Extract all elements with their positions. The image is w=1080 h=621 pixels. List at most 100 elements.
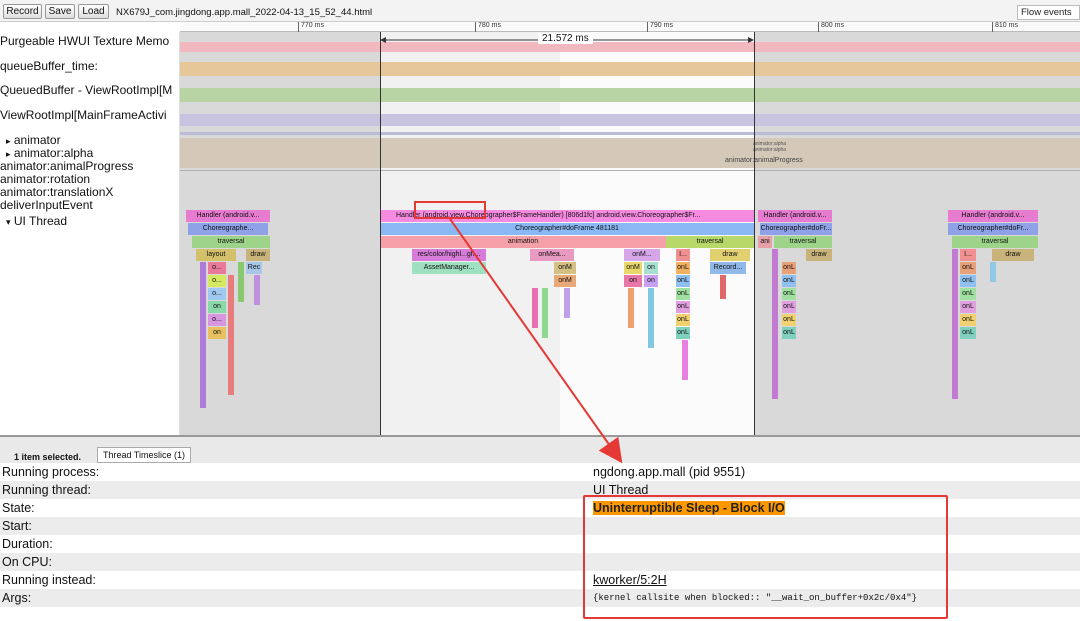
- slice-onl[interactable]: onL: [782, 262, 796, 274]
- detail-value[interactable]: ngdong.app.mall (pid 9551): [593, 465, 745, 479]
- track-label-translationx[interactable]: animator:translationX: [0, 185, 113, 199]
- slice-onl[interactable]: onL: [960, 301, 976, 313]
- slice-onmeasure[interactable]: onMea...: [530, 249, 574, 261]
- slice-onm[interactable]: onM: [554, 262, 576, 274]
- slice-draw[interactable]: draw: [246, 249, 270, 261]
- slice-handler[interactable]: Handler (android.v...: [758, 210, 832, 222]
- tracks-area[interactable]: animator:alpha animator:alpha animator:a…: [180, 32, 1080, 435]
- track-label-purgeable[interactable]: Purgeable HWUI Texture Memo: [0, 34, 169, 48]
- slice-onl[interactable]: onL: [782, 275, 796, 287]
- slice-l[interactable]: I...: [676, 249, 690, 261]
- range-duration-label: 21.572 ms: [538, 33, 593, 44]
- track-label-animator-alpha[interactable]: ▸ animator:alpha: [6, 146, 93, 160]
- slice-onl[interactable]: onL: [676, 314, 690, 326]
- slice-record[interactable]: Record...: [710, 262, 746, 274]
- slice-choreographer[interactable]: Choreographe...: [188, 223, 268, 235]
- expand-icon[interactable]: ▸: [6, 136, 11, 146]
- collapse-icon[interactable]: ▾: [6, 217, 11, 227]
- slice-o[interactable]: o...: [208, 262, 226, 274]
- slice-onl[interactable]: onL: [960, 275, 976, 287]
- animalprogress-label: animator:animalProgress: [725, 157, 803, 164]
- slice-assetmanager[interactable]: AssetManager...: [412, 262, 486, 274]
- slice-onl[interactable]: onL: [782, 301, 796, 313]
- flow-events-dropdown[interactable]: Flow events: [1017, 5, 1080, 20]
- stack-bar: [254, 275, 260, 305]
- track-label-queuedbuffer[interactable]: QueuedBuffer - ViewRootImpl[M: [0, 83, 172, 97]
- track-divider: [180, 170, 1080, 171]
- slice-onl[interactable]: onL: [676, 262, 690, 274]
- slice-traversal[interactable]: traversal: [774, 236, 832, 248]
- slice-layout[interactable]: layout: [196, 249, 236, 261]
- slice-on[interactable]: on: [208, 327, 226, 339]
- slice-l[interactable]: I...: [960, 249, 976, 261]
- slice-onl[interactable]: onL: [960, 288, 976, 300]
- stack-bar: [990, 262, 996, 282]
- slice-onl[interactable]: onL: [782, 327, 796, 339]
- load-button[interactable]: Load: [78, 4, 109, 19]
- detail-key: Args:: [2, 591, 32, 605]
- track-label-animator[interactable]: ▸ animator: [6, 133, 61, 147]
- slice-handler[interactable]: Handler (android.v...: [948, 210, 1038, 222]
- stack-bar: [200, 262, 206, 408]
- tab-thread-timeslice[interactable]: Thread Timeslice (1): [97, 447, 192, 463]
- save-button[interactable]: Save: [45, 4, 75, 19]
- slice-onl[interactable]: onL: [960, 314, 976, 326]
- slice-onm[interactable]: onM: [554, 275, 576, 287]
- time-ruler[interactable]: 770 ms 780 ms 790 ms 800 ms 810 ms: [180, 22, 1080, 32]
- ruler-tick: 770 ms: [298, 22, 324, 32]
- slice-o[interactable]: o...: [208, 275, 226, 287]
- slice-onl[interactable]: onL: [782, 288, 796, 300]
- expand-icon[interactable]: ▸: [6, 149, 11, 159]
- slice-on[interactable]: on: [208, 301, 226, 313]
- slice-onl[interactable]: onL: [960, 262, 976, 274]
- annotation-box: [414, 201, 486, 219]
- range-measurement: 21.572 ms: [380, 33, 754, 46]
- slice-onm[interactable]: onM...: [624, 249, 660, 261]
- track-label-rotation[interactable]: animator:rotation: [0, 172, 90, 186]
- slice-onl[interactable]: onL: [676, 301, 690, 313]
- slice-onl[interactable]: onL: [960, 327, 976, 339]
- slice-choreographer[interactable]: Choreographer#doFr...: [760, 223, 832, 235]
- toolbar: Record Save Load NX679J_com.jingdong.app…: [0, 0, 1080, 22]
- slice-o[interactable]: o...: [208, 314, 226, 326]
- slice-animation[interactable]: animation: [380, 236, 666, 248]
- slice-draw[interactable]: draw: [992, 249, 1034, 261]
- track-label-text: animator: [13, 133, 61, 147]
- slice-traversal[interactable]: traversal: [666, 236, 754, 248]
- range-start-line[interactable]: [380, 32, 381, 435]
- slice-traversal[interactable]: traversal: [952, 236, 1038, 248]
- slice-draw[interactable]: draw: [806, 249, 832, 261]
- track-labels-panel: Purgeable HWUI Texture Memo queueBuffer_…: [0, 32, 180, 435]
- ruler-tick: 800 ms: [818, 22, 844, 32]
- record-button[interactable]: Record: [3, 4, 42, 19]
- track-label-viewrootimpl[interactable]: ViewRootImpl[MainFrameActivi: [0, 108, 167, 122]
- range-end-line[interactable]: [754, 32, 755, 435]
- slice-choreographer[interactable]: Choreographer#doFr...: [948, 223, 1038, 235]
- slice-traversal[interactable]: traversal: [192, 236, 270, 248]
- trace-filename: NX679J_com.jingdong.app.mall_2022-04-13_…: [116, 7, 373, 18]
- slice-res[interactable]: res/color/highl...gh...: [412, 249, 486, 261]
- slice-handler[interactable]: Handler (android.v...: [186, 210, 270, 222]
- selection-count: 1 item selected.: [14, 452, 82, 462]
- slice-on[interactable]: on: [644, 275, 658, 287]
- slice-record[interactable]: Rec: [246, 262, 262, 274]
- track-label-animalprogress[interactable]: animator:animalProgress: [0, 159, 133, 173]
- stack-bar: [628, 288, 634, 328]
- slice-onm[interactable]: onM: [624, 262, 642, 274]
- track-label-queuebuffer-time[interactable]: queueBuffer_time:: [0, 59, 98, 73]
- slice-doframe[interactable]: Choreographer#doFrame 481181: [380, 223, 754, 235]
- slice-onl[interactable]: onL: [676, 327, 690, 339]
- slice-on[interactable]: on: [644, 262, 658, 274]
- slice-onl[interactable]: onL: [676, 288, 690, 300]
- slice-onl[interactable]: onL: [676, 275, 690, 287]
- annotation-box: [583, 495, 948, 619]
- slice-onl[interactable]: onL: [782, 314, 796, 326]
- slice-draw[interactable]: draw: [710, 249, 750, 261]
- slice-on[interactable]: on: [624, 275, 642, 287]
- track-label-ui-thread[interactable]: ▾ UI Thread: [6, 214, 67, 228]
- track-label-deliverinputevent[interactable]: deliverInputEvent: [0, 198, 93, 212]
- slice-animation[interactable]: ani: [758, 236, 772, 248]
- animator-band: [180, 138, 1080, 168]
- track-label-text: animator:alpha: [13, 146, 94, 160]
- slice-o[interactable]: o...: [208, 288, 226, 300]
